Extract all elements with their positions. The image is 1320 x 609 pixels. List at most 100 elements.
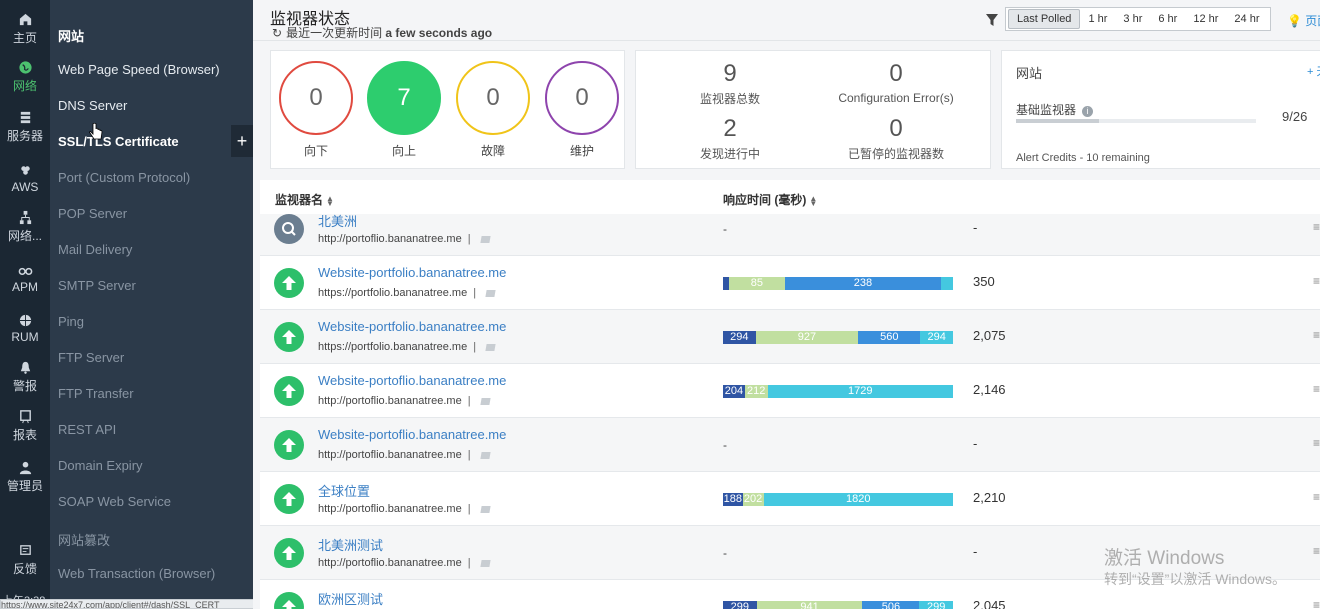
menu-item-ssl-certificate[interactable]: SSL/TLS Certificate [58,134,179,149]
sort-icon[interactable]: ▲ ▼ [326,194,334,207]
menu-item-web-page-speed[interactable]: Web Page Speed (Browser) [58,62,220,77]
rail-admin[interactable]: 管理员 [0,460,50,494]
time-option-12hr[interactable]: 12 hr [1185,10,1226,28]
status-down-circle[interactable]: 0 [279,61,353,135]
tag-icon[interactable] [479,505,491,513]
response-time-bar[interactable]: 299 941 506 299 [723,601,953,609]
rail-home-label: 主页 [12,31,37,45]
response-segment: 204 [723,385,745,398]
menu-item-smtp-server[interactable]: SMTP Server [58,278,136,293]
table-row[interactable]: Website-portoflio.bananatree.me http://po… [260,364,1320,418]
monitor-url-text: https://portfolio.bananatree.me [318,287,468,299]
url-separator: | [467,449,471,461]
response-segment: 294 [723,331,756,344]
monitor-name-link[interactable]: 北美洲测试 [318,535,383,554]
rail-apm[interactable]: APM [0,263,50,294]
response-bar-empty: - [723,438,727,452]
rail-server[interactable]: 服务器 [0,110,50,144]
page-help-link[interactable]: 💡 页面 [1287,12,1320,29]
row-menu-icon[interactable]: ≡ [1313,598,1320,609]
rail-alarms[interactable]: 警报 [0,360,50,394]
info-icon[interactable]: i [1082,106,1094,117]
menu-item-rest-api[interactable]: REST API [58,422,116,437]
menu-item-dns-server[interactable]: DNS Server [58,98,127,113]
table-row[interactable]: Website-portfolio.bananatree.me https://p… [260,310,1320,364]
response-time-bar[interactable]: 85 238 [723,277,953,290]
tag-icon[interactable] [479,235,491,243]
add-monitor-button[interactable]: + [231,125,253,157]
monitor-url: http://portoflio.bananatree.me | [318,557,491,569]
rail-home[interactable]: 主页 [0,12,50,46]
row-menu-icon[interactable]: ≡ [1313,382,1320,396]
website-card-add-link[interactable]: + 无 [1307,63,1320,79]
row-menu-icon[interactable]: ≡ [1313,328,1320,342]
time-option-6hr[interactable]: 6 hr [1150,10,1185,28]
response-segment [941,277,953,290]
table-row[interactable]: 全球位置 http://portoflio.bananatree.me | 188 20… [260,472,1320,526]
status-up-circle[interactable]: 7 [367,61,441,135]
tag-icon[interactable] [479,559,491,567]
monitor-url-text: https://portfolio.bananatree.me [318,341,468,353]
network-icon [0,210,50,226]
rail-web[interactable]: 网络 [0,60,50,94]
status-trouble-circle[interactable]: 0 [456,61,530,135]
menu-item-ftp-server[interactable]: FTP Server [58,350,124,365]
row-menu-icon[interactable]: ≡ [1313,490,1320,504]
time-option-1hr[interactable]: 1 hr [1080,10,1115,28]
rail-aws[interactable]: AWS [0,163,50,194]
table-row[interactable]: 北美洲 http://portoflio.bananatree.me | - - ≡ [260,214,1320,256]
time-option-3hr[interactable]: 3 hr [1115,10,1150,28]
rail-feedback[interactable]: 反馈 [0,543,50,577]
table-row[interactable]: Website-portfolio.bananatree.me https://p… [260,256,1320,310]
menu-item-port[interactable]: Port (Custom Protocol) [58,170,190,185]
menu-item-soap-web-service[interactable]: SOAP Web Service [58,494,171,509]
refresh-icon[interactable]: ↻ [272,26,282,40]
response-segment: 202 [742,493,764,506]
row-menu-icon[interactable]: ≡ [1313,544,1320,558]
monitor-name-link[interactable]: Website-portfolio.bananatree.me [318,265,506,280]
rail-network[interactable]: 网络... [0,210,50,244]
menu-item-ping[interactable]: Ping [58,314,84,329]
response-time-bar[interactable]: 294 927 560 294 [723,331,953,344]
menu-item-website[interactable]: 网站 [58,26,84,45]
config-errors-label[interactable]: Configuration Error(s) [796,91,996,105]
main-content: 监视器状态 ↻ 最近一次更新时间 a few seconds ago Last P… [253,0,1320,609]
response-time-bar[interactable]: 188 202 1820 [723,493,953,506]
menu-item-web-transaction[interactable]: Web Transaction (Browser) [58,566,215,581]
row-menu-icon[interactable]: ≡ [1313,274,1320,288]
url-separator: | [467,233,471,245]
tag-icon[interactable] [485,343,496,351]
col-monitor-name[interactable]: 监视器名 ▲ ▼ [275,191,334,208]
rail-rum[interactable]: RUM [0,313,50,344]
sort-icon[interactable]: ▲ ▼ [809,194,817,207]
monitor-name-link[interactable]: Website-portfolio.bananatree.me [318,319,506,334]
row-menu-icon[interactable]: ≡ [1313,220,1320,234]
tag-icon[interactable] [485,289,496,297]
row-menu-icon[interactable]: ≡ [1313,436,1320,450]
tag-icon[interactable] [479,397,491,405]
menu-item-domain-expiry[interactable]: Domain Expiry [58,458,143,473]
rail-network-label: 网络... [7,229,42,243]
monitor-name-link[interactable]: 欧洲区测试 [318,589,383,608]
time-option-last-polled[interactable]: Last Polled [1008,9,1081,29]
tag-icon[interactable] [479,451,491,459]
status-maintenance-circle[interactable]: 0 [545,61,619,135]
menu-item-mail-delivery[interactable]: Mail Delivery [58,242,132,257]
monitor-name-link[interactable]: Website-portoflio.bananatree.me [318,427,506,442]
time-option-24hr[interactable]: 24 hr [1226,10,1267,28]
col-response-time[interactable]: 响应时间 (毫秒) ▲ ▼ [723,191,817,208]
rail-reports[interactable]: 报表 [0,409,50,443]
monitor-name-link[interactable]: 全球位置 [318,481,370,500]
response-time-bar[interactable]: 204 212 1729 [723,385,953,398]
menu-item-website-defacement[interactable]: 网站篡改 [58,530,110,549]
menu-item-ftp-transfer[interactable]: FTP Transfer [58,386,134,401]
monitor-name-link[interactable]: 北美洲 [318,211,357,230]
globe-rum-icon [0,313,50,329]
menu-item-pop-server[interactable]: POP Server [58,206,127,221]
response-segment: 1820 [763,493,953,506]
page-help-label: 页面 [1305,14,1320,28]
filter-icon[interactable] [985,12,999,28]
table-row[interactable]: Website-portoflio.bananatree.me http://po… [260,418,1320,472]
monitor-name-link[interactable]: Website-portoflio.bananatree.me [318,373,506,388]
status-trouble-label: 故障 [480,144,505,158]
